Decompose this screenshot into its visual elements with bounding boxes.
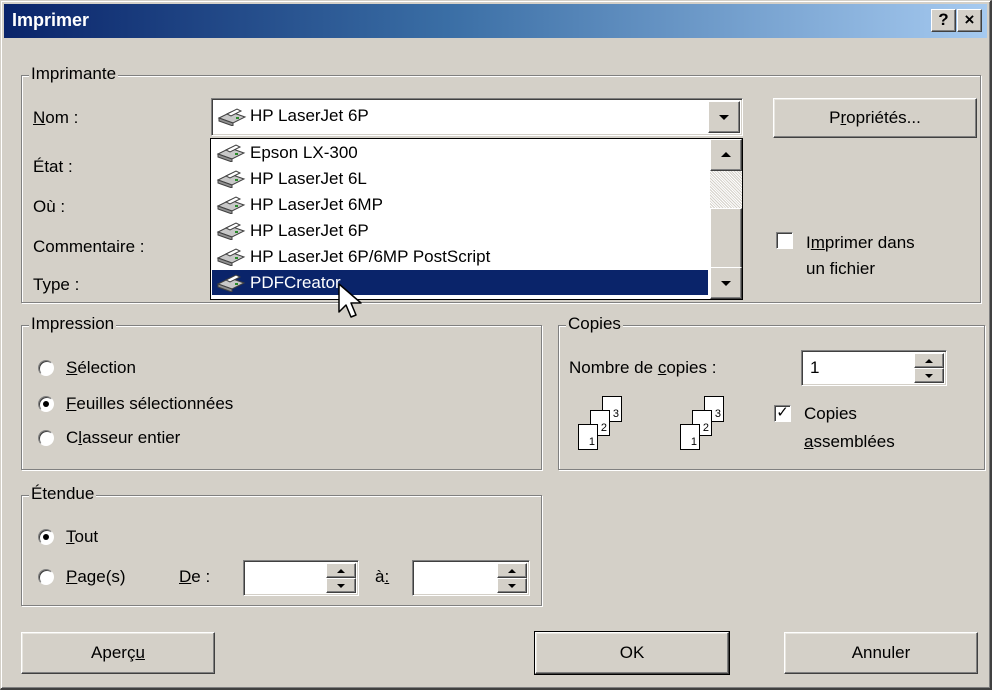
arrow-down-icon: [508, 583, 516, 588]
help-button[interactable]: ?: [931, 9, 956, 32]
arrow-down-icon: [721, 281, 731, 286]
range-group-label: Étendue: [29, 484, 97, 504]
arrow-up-icon: [925, 358, 933, 363]
collated-pages-icon: 3 2 1: [578, 396, 638, 456]
arrow-down-icon: [925, 373, 933, 378]
printer-type-label: Type :: [33, 275, 80, 294]
range-to-up-button[interactable]: [497, 563, 527, 578]
printer-list-item[interactable]: HP LaserJet 6P: [212, 218, 708, 243]
scroll-thumb[interactable]: [710, 208, 742, 271]
printer-name-label: Nom :: [33, 108, 79, 127]
properties-button[interactable]: Propriétés...: [773, 98, 977, 138]
ok-button[interactable]: OK: [534, 631, 730, 675]
printer-icon: [216, 144, 246, 162]
range-from-label: De :: [179, 567, 211, 586]
printer-list-item[interactable]: PDFCreator: [212, 270, 708, 295]
printer-comment-label: Commentaire :: [33, 237, 145, 256]
printer-icon: [216, 222, 246, 240]
printer-icon: [217, 108, 247, 126]
close-button[interactable]: ×: [957, 9, 982, 32]
mouse-cursor-icon: [338, 283, 362, 318]
print-dialog: Imprimer ? × Imprimante Nom : État : Où …: [0, 0, 992, 690]
copies-count-value: 1: [810, 358, 820, 377]
printer-list-scrollbar[interactable]: [710, 139, 742, 299]
printer-dropdown-list[interactable]: Epson LX-300 HP LaserJet 6L HP LaserJet 6M…: [210, 138, 743, 300]
printer-group-label: Imprimante: [29, 64, 119, 84]
printer-list-item-label: Epson LX-300: [250, 143, 358, 162]
range-from-up-button[interactable]: [326, 563, 356, 578]
range-all-radio[interactable]: [38, 529, 54, 545]
printer-icon: [216, 248, 246, 266]
range-pages-radio[interactable]: [38, 569, 54, 585]
printer-state-label: État :: [33, 157, 73, 176]
copies-group-label: Copies: [566, 314, 623, 334]
printer-icon: [216, 274, 246, 292]
arrow-down-icon: [337, 583, 345, 588]
entire-workbook-radio-label: Classeur entier: [66, 428, 181, 447]
entire-workbook-radio[interactable]: [38, 430, 54, 446]
selection-radio[interactable]: [38, 360, 54, 376]
printer-name-combobox[interactable]: HP LaserJet 6P: [211, 98, 743, 136]
title-bar[interactable]: Imprimer ? ×: [4, 4, 987, 38]
scroll-down-button[interactable]: [710, 267, 742, 299]
collate-label-line2: assemblées: [804, 432, 895, 451]
range-to-label: à:: [375, 567, 390, 586]
printer-icon: [216, 196, 246, 214]
arrow-up-icon: [721, 152, 731, 157]
printer-list-item-label: HP LaserJet 6L: [250, 169, 367, 188]
printer-name-value: HP LaserJet 6P: [250, 106, 369, 125]
printer-list-item-label: HP LaserJet 6P: [250, 221, 369, 240]
copies-count-spinner[interactable]: 1: [801, 350, 947, 386]
range-pages-label: Page(s): [66, 567, 126, 586]
range-all-label: Tout: [66, 527, 99, 546]
printer-list-item[interactable]: HP LaserJet 6L: [212, 166, 708, 191]
printer-list-item[interactable]: Epson LX-300: [212, 140, 708, 165]
printer-where-label: Où :: [33, 197, 66, 216]
arrow-up-icon: [337, 568, 345, 573]
collated-pages-icon-2: 3 2 1: [680, 396, 740, 456]
printer-list-item-label: PDFCreator: [250, 273, 341, 292]
printer-icon: [216, 170, 246, 188]
printer-list-item[interactable]: HP LaserJet 6P/6MP PostScript: [212, 244, 708, 269]
print-to-file-label-line2: un fichier: [806, 259, 875, 278]
printer-dropdown-button[interactable]: [708, 101, 740, 133]
selected-sheets-radio-label: Feuilles sélectionnées: [66, 394, 234, 413]
copies-down-button[interactable]: [914, 368, 944, 383]
printer-list-item-label: HP LaserJet 6MP: [250, 195, 383, 214]
print-to-file-checkbox[interactable]: [776, 232, 793, 249]
print-to-file-label-line1: Imprimer dans: [806, 233, 915, 252]
collate-label-line1: Copies: [804, 404, 857, 423]
range-from-down-button[interactable]: [326, 578, 356, 593]
copies-count-label: Nombre de copies :: [569, 358, 717, 377]
range-from-spinner[interactable]: [243, 560, 359, 596]
selected-sheets-radio[interactable]: [38, 396, 54, 412]
cancel-button[interactable]: Annuler: [784, 632, 978, 674]
copies-up-button[interactable]: [914, 353, 944, 368]
printer-list-item-label: HP LaserJet 6P/6MP PostScript: [250, 247, 491, 266]
selection-radio-label: Sélection: [66, 358, 136, 377]
print-what-group-label: Impression: [29, 314, 117, 334]
preview-button[interactable]: Aperçu: [21, 632, 215, 674]
chevron-down-icon: [719, 115, 729, 120]
range-to-down-button[interactable]: [497, 578, 527, 593]
collate-checkbox[interactable]: ✓: [774, 405, 791, 422]
printer-list-item[interactable]: HP LaserJet 6MP: [212, 192, 708, 217]
arrow-up-icon: [508, 568, 516, 573]
dialog-title: Imprimer: [12, 10, 90, 30]
range-to-spinner[interactable]: [412, 560, 530, 596]
scroll-up-button[interactable]: [710, 139, 742, 171]
